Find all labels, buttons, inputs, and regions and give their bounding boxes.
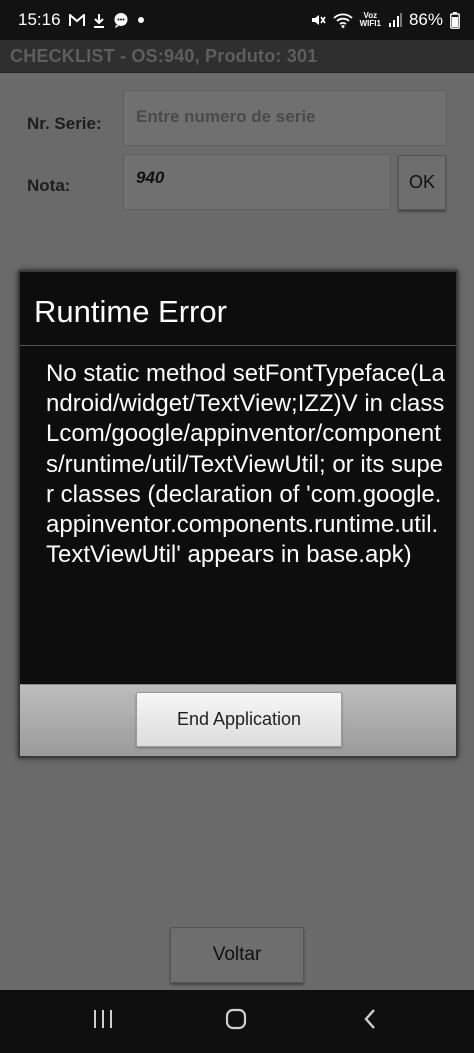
dialog-message: No static method setFontTypeface(Landroi…: [46, 360, 445, 569]
status-time: 15:16: [18, 10, 61, 29]
home-icon: [225, 1008, 247, 1035]
chat-icon: [113, 12, 129, 28]
nota-label: Nota:: [27, 176, 71, 195]
gmail-icon: [68, 13, 85, 27]
status-bar: 15:16 Voz WIFI1 86%: [0, 0, 474, 40]
voz-wifi-indicator: Voz WIFI1: [360, 12, 381, 28]
dot-icon: [137, 16, 145, 24]
serial-label: Nr. Serie:: [27, 114, 102, 133]
mute-icon: [310, 12, 326, 28]
nota-value: 940: [136, 168, 165, 187]
error-dialog: Runtime Error No static method setFontTy…: [18, 270, 458, 758]
dialog-divider: [20, 345, 456, 346]
ok-button[interactable]: OK: [398, 155, 446, 210]
dialog-footer: End Application: [20, 684, 456, 756]
download-icon: [93, 13, 105, 28]
home-button[interactable]: [206, 1000, 266, 1042]
serial-input[interactable]: Entre numero de serie: [123, 90, 447, 146]
recents-icon: [92, 1009, 114, 1034]
recents-button[interactable]: [73, 1000, 133, 1042]
wifi-label: WIFI1: [359, 19, 381, 28]
navigation-bar: [0, 990, 474, 1053]
back-icon: [362, 1008, 378, 1035]
battery-percent: 86%: [408, 10, 443, 29]
dialog-title: Runtime Error: [34, 294, 227, 329]
status-right: Voz WIFI1 86%: [310, 0, 460, 40]
voltar-button[interactable]: Voltar: [170, 927, 304, 983]
back-button[interactable]: [340, 1000, 400, 1042]
signal-icon: [388, 13, 402, 27]
battery-icon: [450, 11, 460, 29]
status-left: 15:16: [18, 0, 145, 40]
end-application-button[interactable]: End Application: [136, 692, 342, 747]
app-title-bar: CHECKLIST - OS:940, Produto: 301: [0, 40, 474, 73]
serial-placeholder: Entre numero de serie: [136, 107, 316, 126]
nota-input[interactable]: 940: [123, 154, 391, 210]
wifi-icon: [333, 13, 353, 28]
app-title: CHECKLIST - OS:940, Produto: 301: [10, 46, 318, 66]
